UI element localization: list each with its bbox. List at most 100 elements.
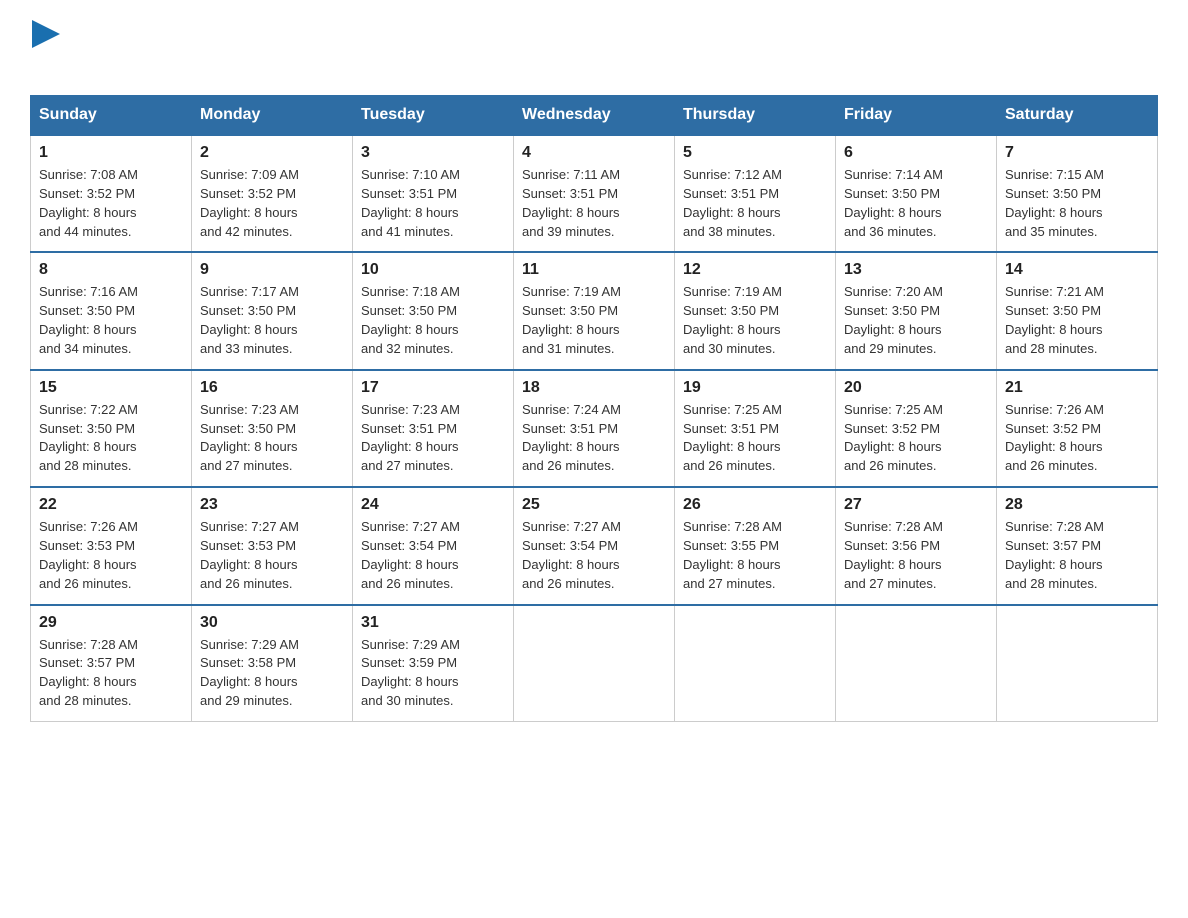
day-number: 8 — [39, 261, 183, 279]
header-friday: Friday — [836, 96, 997, 136]
day-number: 27 — [844, 496, 988, 514]
day-info: Sunrise: 7:10 AMSunset: 3:51 PMDaylight:… — [361, 166, 505, 241]
calendar-cell: 13 Sunrise: 7:20 AMSunset: 3:50 PMDaylig… — [836, 252, 997, 369]
day-number: 1 — [39, 144, 183, 162]
day-info: Sunrise: 7:23 AMSunset: 3:51 PMDaylight:… — [361, 401, 505, 476]
day-info: Sunrise: 7:29 AMSunset: 3:58 PMDaylight:… — [200, 636, 344, 711]
calendar-header-row: SundayMondayTuesdayWednesdayThursdayFrid… — [31, 96, 1158, 136]
header-thursday: Thursday — [675, 96, 836, 136]
day-number: 18 — [522, 379, 666, 397]
day-info: Sunrise: 7:22 AMSunset: 3:50 PMDaylight:… — [39, 401, 183, 476]
calendar-week-row: 29 Sunrise: 7:28 AMSunset: 3:57 PMDaylig… — [31, 605, 1158, 722]
day-info: Sunrise: 7:18 AMSunset: 3:50 PMDaylight:… — [361, 283, 505, 358]
day-number: 15 — [39, 379, 183, 397]
day-number: 29 — [39, 614, 183, 632]
day-number: 4 — [522, 144, 666, 162]
day-number: 11 — [522, 261, 666, 279]
calendar-week-row: 8 Sunrise: 7:16 AMSunset: 3:50 PMDayligh… — [31, 252, 1158, 369]
logo-icon — [32, 20, 60, 48]
calendar-cell: 14 Sunrise: 7:21 AMSunset: 3:50 PMDaylig… — [997, 252, 1158, 369]
day-info: Sunrise: 7:08 AMSunset: 3:52 PMDaylight:… — [39, 166, 183, 241]
calendar-cell: 16 Sunrise: 7:23 AMSunset: 3:50 PMDaylig… — [192, 370, 353, 487]
day-number: 7 — [1005, 144, 1149, 162]
calendar-week-row: 15 Sunrise: 7:22 AMSunset: 3:50 PMDaylig… — [31, 370, 1158, 487]
day-number: 13 — [844, 261, 988, 279]
calendar-cell: 3 Sunrise: 7:10 AMSunset: 3:51 PMDayligh… — [353, 135, 514, 252]
day-info: Sunrise: 7:12 AMSunset: 3:51 PMDaylight:… — [683, 166, 827, 241]
day-number: 16 — [200, 379, 344, 397]
calendar-table: SundayMondayTuesdayWednesdayThursdayFrid… — [30, 95, 1158, 722]
calendar-cell: 30 Sunrise: 7:29 AMSunset: 3:58 PMDaylig… — [192, 605, 353, 722]
day-info: Sunrise: 7:29 AMSunset: 3:59 PMDaylight:… — [361, 636, 505, 711]
calendar-cell: 8 Sunrise: 7:16 AMSunset: 3:50 PMDayligh… — [31, 252, 192, 369]
day-info: Sunrise: 7:19 AMSunset: 3:50 PMDaylight:… — [683, 283, 827, 358]
calendar-cell: 4 Sunrise: 7:11 AMSunset: 3:51 PMDayligh… — [514, 135, 675, 252]
calendar-week-row: 1 Sunrise: 7:08 AMSunset: 3:52 PMDayligh… — [31, 135, 1158, 252]
day-number: 25 — [522, 496, 666, 514]
day-number: 23 — [200, 496, 344, 514]
day-info: Sunrise: 7:11 AMSunset: 3:51 PMDaylight:… — [522, 166, 666, 241]
day-info: Sunrise: 7:17 AMSunset: 3:50 PMDaylight:… — [200, 283, 344, 358]
calendar-cell — [836, 605, 997, 722]
day-number: 31 — [361, 614, 505, 632]
day-info: Sunrise: 7:26 AMSunset: 3:52 PMDaylight:… — [1005, 401, 1149, 476]
calendar-cell: 1 Sunrise: 7:08 AMSunset: 3:52 PMDayligh… — [31, 135, 192, 252]
day-number: 26 — [683, 496, 827, 514]
calendar-cell: 21 Sunrise: 7:26 AMSunset: 3:52 PMDaylig… — [997, 370, 1158, 487]
calendar-cell: 19 Sunrise: 7:25 AMSunset: 3:51 PMDaylig… — [675, 370, 836, 487]
logo — [30, 20, 60, 75]
calendar-cell: 28 Sunrise: 7:28 AMSunset: 3:57 PMDaylig… — [997, 487, 1158, 604]
day-info: Sunrise: 7:27 AMSunset: 3:54 PMDaylight:… — [522, 518, 666, 593]
day-info: Sunrise: 7:27 AMSunset: 3:54 PMDaylight:… — [361, 518, 505, 593]
calendar-cell — [997, 605, 1158, 722]
day-number: 17 — [361, 379, 505, 397]
header-wednesday: Wednesday — [514, 96, 675, 136]
calendar-cell: 20 Sunrise: 7:25 AMSunset: 3:52 PMDaylig… — [836, 370, 997, 487]
day-number: 6 — [844, 144, 988, 162]
day-number: 9 — [200, 261, 344, 279]
day-info: Sunrise: 7:21 AMSunset: 3:50 PMDaylight:… — [1005, 283, 1149, 358]
calendar-cell: 26 Sunrise: 7:28 AMSunset: 3:55 PMDaylig… — [675, 487, 836, 604]
day-info: Sunrise: 7:15 AMSunset: 3:50 PMDaylight:… — [1005, 166, 1149, 241]
page-header — [30, 20, 1158, 75]
day-number: 20 — [844, 379, 988, 397]
day-number: 21 — [1005, 379, 1149, 397]
calendar-cell: 11 Sunrise: 7:19 AMSunset: 3:50 PMDaylig… — [514, 252, 675, 369]
header-tuesday: Tuesday — [353, 96, 514, 136]
calendar-cell — [514, 605, 675, 722]
calendar-cell: 6 Sunrise: 7:14 AMSunset: 3:50 PMDayligh… — [836, 135, 997, 252]
day-info: Sunrise: 7:26 AMSunset: 3:53 PMDaylight:… — [39, 518, 183, 593]
calendar-cell: 5 Sunrise: 7:12 AMSunset: 3:51 PMDayligh… — [675, 135, 836, 252]
day-number: 3 — [361, 144, 505, 162]
day-info: Sunrise: 7:28 AMSunset: 3:57 PMDaylight:… — [39, 636, 183, 711]
day-info: Sunrise: 7:28 AMSunset: 3:55 PMDaylight:… — [683, 518, 827, 593]
calendar-cell: 15 Sunrise: 7:22 AMSunset: 3:50 PMDaylig… — [31, 370, 192, 487]
calendar-cell: 25 Sunrise: 7:27 AMSunset: 3:54 PMDaylig… — [514, 487, 675, 604]
day-info: Sunrise: 7:23 AMSunset: 3:50 PMDaylight:… — [200, 401, 344, 476]
day-number: 2 — [200, 144, 344, 162]
header-saturday: Saturday — [997, 96, 1158, 136]
calendar-cell: 17 Sunrise: 7:23 AMSunset: 3:51 PMDaylig… — [353, 370, 514, 487]
header-sunday: Sunday — [31, 96, 192, 136]
day-number: 30 — [200, 614, 344, 632]
day-number: 14 — [1005, 261, 1149, 279]
header-monday: Monday — [192, 96, 353, 136]
calendar-cell — [675, 605, 836, 722]
calendar-cell: 29 Sunrise: 7:28 AMSunset: 3:57 PMDaylig… — [31, 605, 192, 722]
day-info: Sunrise: 7:20 AMSunset: 3:50 PMDaylight:… — [844, 283, 988, 358]
day-number: 12 — [683, 261, 827, 279]
day-number: 5 — [683, 144, 827, 162]
calendar-cell: 12 Sunrise: 7:19 AMSunset: 3:50 PMDaylig… — [675, 252, 836, 369]
day-info: Sunrise: 7:24 AMSunset: 3:51 PMDaylight:… — [522, 401, 666, 476]
calendar-cell: 22 Sunrise: 7:26 AMSunset: 3:53 PMDaylig… — [31, 487, 192, 604]
day-number: 19 — [683, 379, 827, 397]
day-info: Sunrise: 7:28 AMSunset: 3:57 PMDaylight:… — [1005, 518, 1149, 593]
day-info: Sunrise: 7:16 AMSunset: 3:50 PMDaylight:… — [39, 283, 183, 358]
day-info: Sunrise: 7:19 AMSunset: 3:50 PMDaylight:… — [522, 283, 666, 358]
calendar-cell: 27 Sunrise: 7:28 AMSunset: 3:56 PMDaylig… — [836, 487, 997, 604]
calendar-cell: 31 Sunrise: 7:29 AMSunset: 3:59 PMDaylig… — [353, 605, 514, 722]
day-number: 22 — [39, 496, 183, 514]
day-number: 24 — [361, 496, 505, 514]
day-info: Sunrise: 7:14 AMSunset: 3:50 PMDaylight:… — [844, 166, 988, 241]
calendar-cell: 9 Sunrise: 7:17 AMSunset: 3:50 PMDayligh… — [192, 252, 353, 369]
